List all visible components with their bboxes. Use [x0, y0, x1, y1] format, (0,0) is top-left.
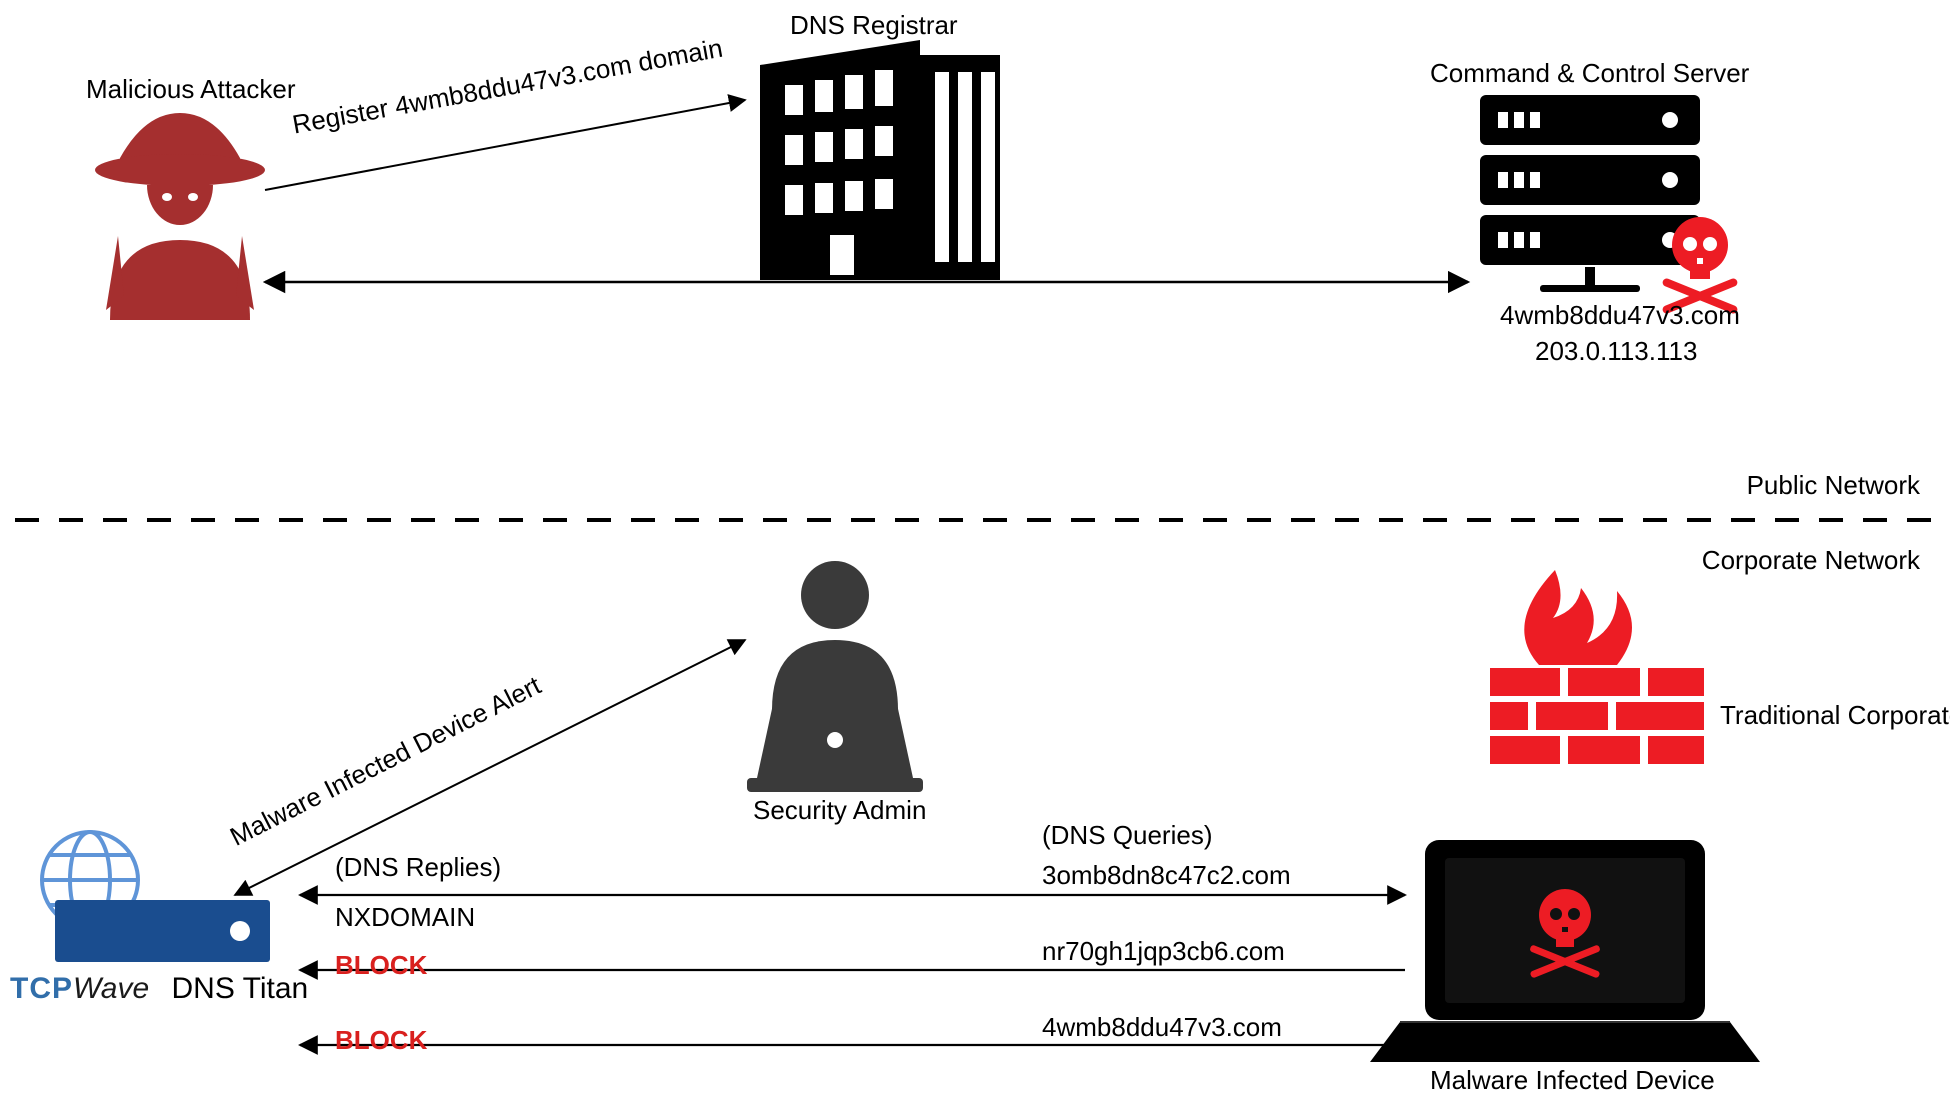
c2-server-icon [1480, 95, 1739, 315]
block1-label: BLOCK [335, 950, 427, 981]
public-net-label: Public Network [1747, 470, 1920, 501]
registrar-label: DNS Registrar [790, 10, 958, 41]
sec-admin-label: Security Admin [753, 795, 926, 826]
dns-titan-label: DNS Titan [172, 972, 309, 1005]
c2-label: Command & Control Server [1430, 58, 1749, 89]
c2-ip: 203.0.113.113 [1535, 336, 1697, 367]
block2-label: BLOCK [335, 1025, 427, 1056]
infected-label: Malware Infected Device [1430, 1065, 1715, 1096]
q3-label: 4wmb8ddu47v3.com [1042, 1012, 1282, 1043]
brand-row: TCPWave DNS Titan [10, 972, 308, 1006]
dns-replies-label: (DNS Replies) [335, 852, 501, 883]
security-admin-icon [747, 561, 923, 792]
registrar-icon [760, 40, 1000, 280]
brand-wave: Wave [73, 972, 149, 1005]
q1-label: 3omb8dn8c47c2.com [1042, 860, 1291, 891]
brand-tcp: TCP [10, 972, 73, 1005]
attacker-label: Malicious Attacker [86, 74, 296, 105]
nxdomain-label: NXDOMAIN [335, 902, 475, 933]
dns-queries-label: (DNS Queries) [1042, 820, 1212, 851]
infected-laptop-icon [1370, 840, 1760, 1062]
c2-domain: 4wmb8ddu47v3.com [1500, 300, 1740, 331]
dns-titan-icon [42, 832, 270, 962]
q2-label: nr70gh1jqp3cb6.com [1042, 936, 1285, 967]
firewall-icon [1490, 570, 1704, 764]
register-text: Register 4wmb8ddu47v3.com domain [290, 33, 725, 141]
corp-net-label: Corporate Network [1702, 545, 1920, 576]
alert-text: Malware Infected Device Alert [225, 670, 546, 853]
attacker-icon [95, 113, 265, 320]
firewall-label: Traditional Corporate Firewall [1720, 700, 1950, 731]
